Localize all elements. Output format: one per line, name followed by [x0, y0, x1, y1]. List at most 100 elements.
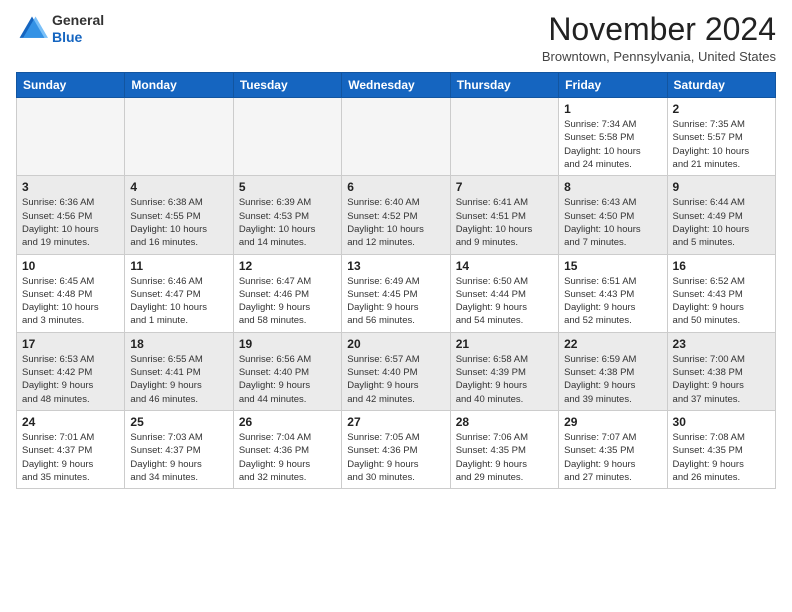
calendar-week-5: 24Sunrise: 7:01 AM Sunset: 4:37 PM Dayli… — [17, 410, 776, 488]
day-number: 2 — [673, 102, 770, 116]
table-cell: 12 Sunrise: 6:47 AM Sunset: 4:46 PM Dayli… — [233, 254, 341, 332]
day-number: 25 — [130, 415, 227, 429]
table-cell: 16Sunrise: 6:52 AM Sunset: 4:43 PM Dayli… — [667, 254, 775, 332]
table-cell — [233, 98, 341, 176]
day-info: Sunrise: 6:39 AM Sunset: 4:53 PM Dayligh… — [239, 196, 336, 249]
table-cell: 23Sunrise: 7:00 AM Sunset: 4:38 PM Dayli… — [667, 332, 775, 410]
day-info: Sunrise: 6:57 AM Sunset: 4:40 PM Dayligh… — [347, 353, 444, 406]
logo-icon — [16, 13, 48, 45]
day-info: Sunrise: 6:46 AM Sunset: 4:47 PM Dayligh… — [130, 275, 227, 328]
calendar-week-3: 10Sunrise: 6:45 AM Sunset: 4:48 PM Dayli… — [17, 254, 776, 332]
day-info: Sunrise: 7:05 AM Sunset: 4:36 PM Dayligh… — [347, 431, 444, 484]
day-info: Sunrise: 7:06 AM Sunset: 4:35 PM Dayligh… — [456, 431, 553, 484]
table-cell: 6 Sunrise: 6:40 AM Sunset: 4:52 PM Daylig… — [342, 176, 450, 254]
day-number: 7 — [456, 180, 553, 194]
day-info: Sunrise: 7:35 AM Sunset: 5:57 PM Dayligh… — [673, 118, 770, 171]
table-cell — [125, 98, 233, 176]
calendar-header-row: Sunday Monday Tuesday Wednesday Thursday… — [17, 73, 776, 98]
table-cell: 30 Sunrise: 7:08 AM Sunset: 4:35 PM Dayli… — [667, 410, 775, 488]
table-cell: 15 Sunrise: 6:51 AM Sunset: 4:43 PM Dayli… — [559, 254, 667, 332]
day-number: 11 — [130, 259, 227, 273]
day-info: Sunrise: 7:34 AM Sunset: 5:58 PM Dayligh… — [564, 118, 661, 171]
day-info: Sunrise: 6:51 AM Sunset: 4:43 PM Dayligh… — [564, 275, 661, 328]
title-block: November 2024 Browntown, Pennsylvania, U… — [542, 12, 776, 64]
day-number: 20 — [347, 337, 444, 351]
col-friday: Friday — [559, 73, 667, 98]
col-saturday: Saturday — [667, 73, 775, 98]
day-number: 3 — [22, 180, 119, 194]
day-number: 26 — [239, 415, 336, 429]
day-info: Sunrise: 7:07 AM Sunset: 4:35 PM Dayligh… — [564, 431, 661, 484]
day-number: 28 — [456, 415, 553, 429]
day-info: Sunrise: 6:59 AM Sunset: 4:38 PM Dayligh… — [564, 353, 661, 406]
table-cell: 29Sunrise: 7:07 AM Sunset: 4:35 PM Dayli… — [559, 410, 667, 488]
day-number: 17 — [22, 337, 119, 351]
day-number: 22 — [564, 337, 661, 351]
logo: General Blue — [16, 12, 104, 46]
table-cell: 21Sunrise: 6:58 AM Sunset: 4:39 PM Dayli… — [450, 332, 558, 410]
table-cell — [17, 98, 125, 176]
day-info: Sunrise: 6:45 AM Sunset: 4:48 PM Dayligh… — [22, 275, 119, 328]
col-monday: Monday — [125, 73, 233, 98]
day-info: Sunrise: 6:49 AM Sunset: 4:45 PM Dayligh… — [347, 275, 444, 328]
day-number: 13 — [347, 259, 444, 273]
col-thursday: Thursday — [450, 73, 558, 98]
header: General Blue November 2024 Browntown, Pe… — [16, 12, 776, 64]
table-cell: 2 Sunrise: 7:35 AM Sunset: 5:57 PM Daylig… — [667, 98, 775, 176]
table-cell: 14 Sunrise: 6:50 AM Sunset: 4:44 PM Dayli… — [450, 254, 558, 332]
day-number: 6 — [347, 180, 444, 194]
table-cell: 5 Sunrise: 6:39 AM Sunset: 4:53 PM Daylig… — [233, 176, 341, 254]
table-cell: 27Sunrise: 7:05 AM Sunset: 4:36 PM Dayli… — [342, 410, 450, 488]
day-info: Sunrise: 7:00 AM Sunset: 4:38 PM Dayligh… — [673, 353, 770, 406]
table-cell: 19 Sunrise: 6:56 AM Sunset: 4:40 PM Dayli… — [233, 332, 341, 410]
day-info: Sunrise: 6:50 AM Sunset: 4:44 PM Dayligh… — [456, 275, 553, 328]
day-info: Sunrise: 6:43 AM Sunset: 4:50 PM Dayligh… — [564, 196, 661, 249]
calendar-week-2: 3 Sunrise: 6:36 AM Sunset: 4:56 PM Daylig… — [17, 176, 776, 254]
col-sunday: Sunday — [17, 73, 125, 98]
col-wednesday: Wednesday — [342, 73, 450, 98]
table-cell: 28 Sunrise: 7:06 AM Sunset: 4:35 PM Dayli… — [450, 410, 558, 488]
table-cell: 1 Sunrise: 7:34 AM Sunset: 5:58 PM Daylig… — [559, 98, 667, 176]
table-cell — [342, 98, 450, 176]
day-info: Sunrise: 6:56 AM Sunset: 4:40 PM Dayligh… — [239, 353, 336, 406]
table-cell: 24Sunrise: 7:01 AM Sunset: 4:37 PM Dayli… — [17, 410, 125, 488]
month-title: November 2024 — [542, 12, 776, 47]
day-info: Sunrise: 6:44 AM Sunset: 4:49 PM Dayligh… — [673, 196, 770, 249]
table-cell: 7 Sunrise: 6:41 AM Sunset: 4:51 PM Daylig… — [450, 176, 558, 254]
table-cell: 10Sunrise: 6:45 AM Sunset: 4:48 PM Dayli… — [17, 254, 125, 332]
table-cell — [450, 98, 558, 176]
day-info: Sunrise: 7:08 AM Sunset: 4:35 PM Dayligh… — [673, 431, 770, 484]
day-number: 4 — [130, 180, 227, 194]
day-number: 15 — [564, 259, 661, 273]
day-number: 14 — [456, 259, 553, 273]
calendar-table: Sunday Monday Tuesday Wednesday Thursday… — [16, 72, 776, 489]
day-info: Sunrise: 6:58 AM Sunset: 4:39 PM Dayligh… — [456, 353, 553, 406]
table-cell: 17Sunrise: 6:53 AM Sunset: 4:42 PM Dayli… — [17, 332, 125, 410]
calendar-week-1: 1 Sunrise: 7:34 AM Sunset: 5:58 PM Daylig… — [17, 98, 776, 176]
calendar-week-4: 17Sunrise: 6:53 AM Sunset: 4:42 PM Dayli… — [17, 332, 776, 410]
day-number: 5 — [239, 180, 336, 194]
day-info: Sunrise: 6:36 AM Sunset: 4:56 PM Dayligh… — [22, 196, 119, 249]
day-number: 19 — [239, 337, 336, 351]
day-info: Sunrise: 6:38 AM Sunset: 4:55 PM Dayligh… — [130, 196, 227, 249]
day-number: 24 — [22, 415, 119, 429]
day-info: Sunrise: 6:52 AM Sunset: 4:43 PM Dayligh… — [673, 275, 770, 328]
day-number: 30 — [673, 415, 770, 429]
day-info: Sunrise: 6:47 AM Sunset: 4:46 PM Dayligh… — [239, 275, 336, 328]
day-number: 1 — [564, 102, 661, 116]
table-cell: 25Sunrise: 7:03 AM Sunset: 4:37 PM Dayli… — [125, 410, 233, 488]
day-info: Sunrise: 6:41 AM Sunset: 4:51 PM Dayligh… — [456, 196, 553, 249]
day-number: 12 — [239, 259, 336, 273]
day-number: 18 — [130, 337, 227, 351]
table-cell: 11 Sunrise: 6:46 AM Sunset: 4:47 PM Dayli… — [125, 254, 233, 332]
day-info: Sunrise: 6:40 AM Sunset: 4:52 PM Dayligh… — [347, 196, 444, 249]
day-number: 9 — [673, 180, 770, 194]
table-cell: 20 Sunrise: 6:57 AM Sunset: 4:40 PM Dayli… — [342, 332, 450, 410]
table-cell: 26 Sunrise: 7:04 AM Sunset: 4:36 PM Dayli… — [233, 410, 341, 488]
day-info: Sunrise: 7:04 AM Sunset: 4:36 PM Dayligh… — [239, 431, 336, 484]
location: Browntown, Pennsylvania, United States — [542, 49, 776, 64]
table-cell: 9 Sunrise: 6:44 AM Sunset: 4:49 PM Daylig… — [667, 176, 775, 254]
table-cell: 13 Sunrise: 6:49 AM Sunset: 4:45 PM Dayli… — [342, 254, 450, 332]
logo-text: General Blue — [52, 12, 104, 46]
col-tuesday: Tuesday — [233, 73, 341, 98]
